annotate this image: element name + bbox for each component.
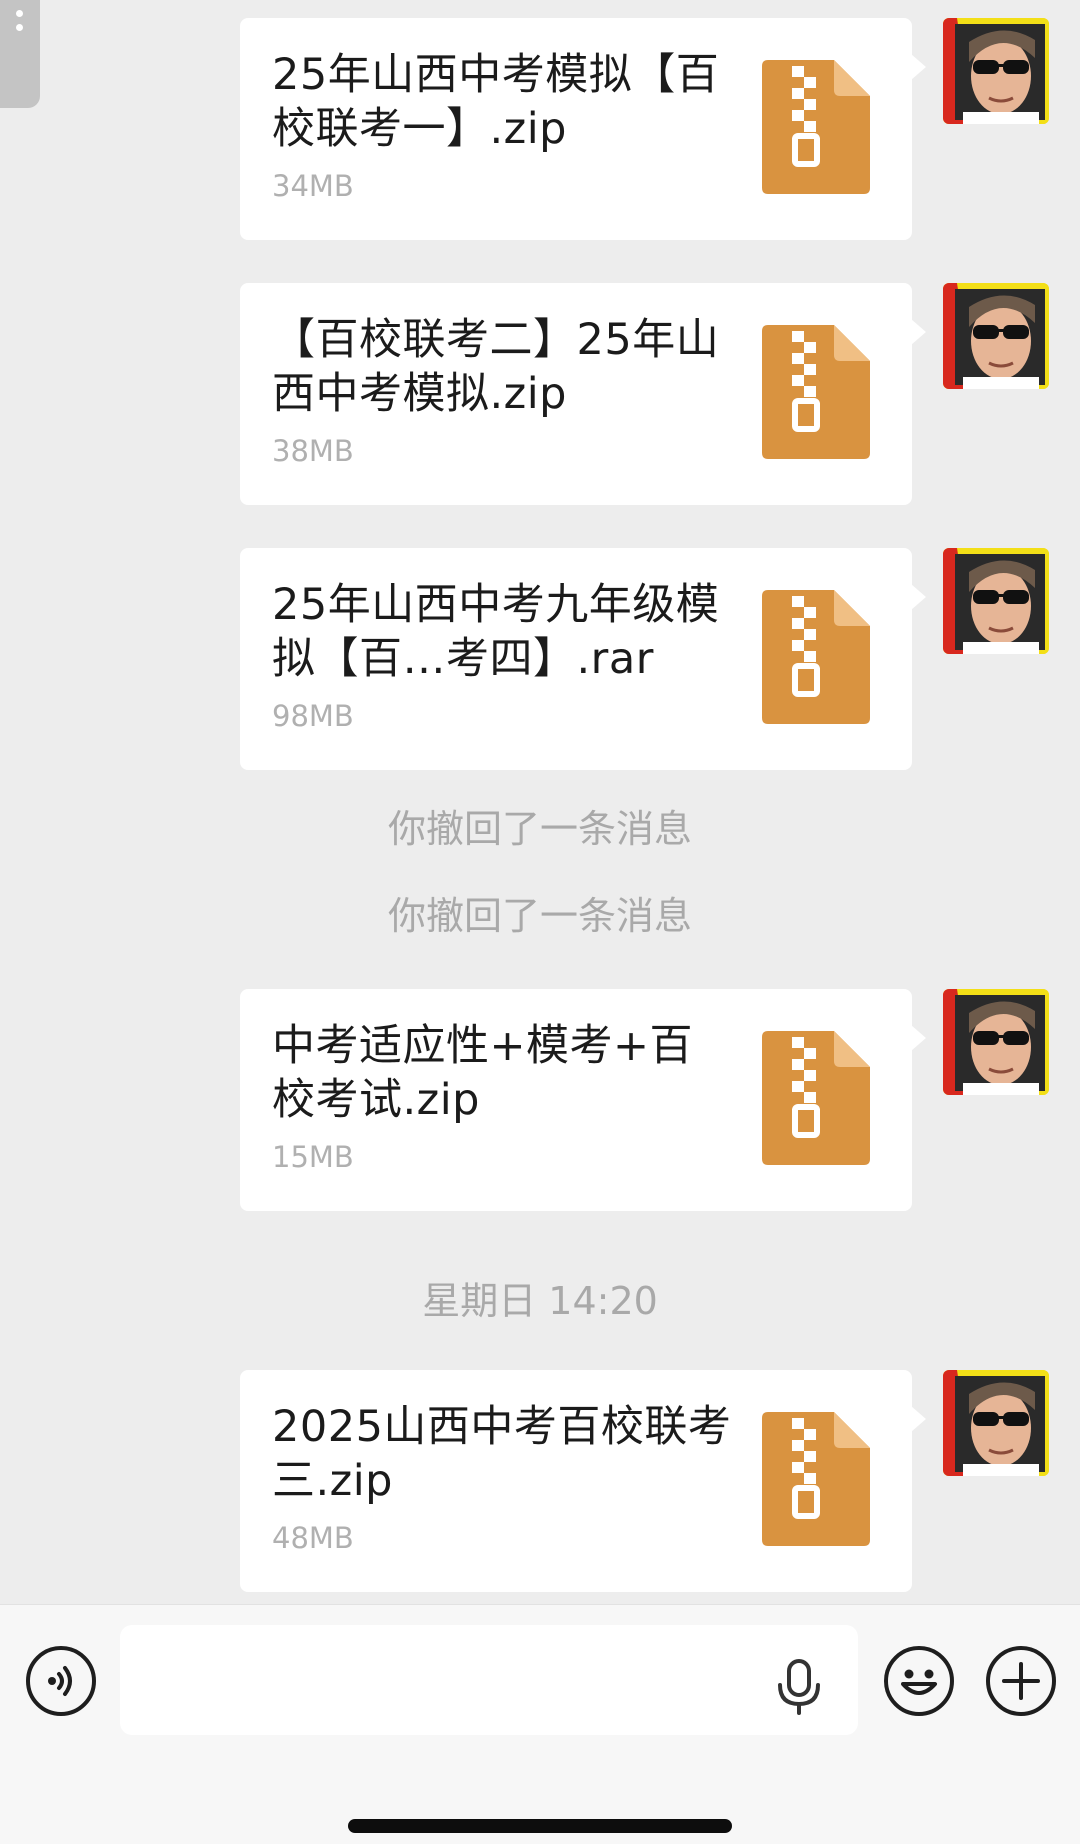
input-bar xyxy=(0,1604,1080,1844)
zip-file-icon xyxy=(762,60,870,194)
plus-icon xyxy=(1002,1662,1040,1700)
file-bubble[interactable]: 【百校联考二】25年山西中考模拟.zip 38MB xyxy=(240,283,926,505)
message-input[interactable] xyxy=(120,1625,858,1735)
timestamp: 星期日 14:20 xyxy=(422,1279,658,1323)
avatar-image xyxy=(943,989,1049,1095)
avatar-image xyxy=(943,283,1049,389)
avatar-image xyxy=(943,1370,1049,1476)
recall-notice: 你撤回了一条消息 xyxy=(387,807,692,851)
file-name: 2025山西中考百校联考三.zip xyxy=(272,1402,732,1506)
zip-file-icon xyxy=(762,590,870,724)
file-size: 48MB xyxy=(272,1521,354,1555)
file-size: 34MB xyxy=(272,169,354,203)
file-size: 15MB xyxy=(272,1140,354,1174)
file-bubble[interactable]: 25年山西中考九年级模拟【百…考四】.rar 98MB xyxy=(240,548,926,770)
file-bubble[interactable]: 中考适应性+模考+百校考试.zip 15MB xyxy=(240,989,926,1211)
file-bubble[interactable]: 2025山西中考百校联考三.zip 48MB xyxy=(240,1370,926,1592)
emoji-icon xyxy=(901,1669,937,1695)
file-size: 38MB xyxy=(272,434,354,468)
avatar[interactable] xyxy=(943,18,1049,124)
avatar[interactable] xyxy=(943,989,1049,1095)
plus-button[interactable] xyxy=(986,1646,1056,1716)
home-indicator[interactable] xyxy=(348,1819,732,1833)
zip-file-icon xyxy=(762,1412,870,1546)
chat-screen: 25年山西中考模拟【百校联考一】.zip 34MB 【百校联考二】25年山西中考… xyxy=(0,0,1080,1844)
file-name: 中考适应性+模考+百校考试.zip xyxy=(272,1021,694,1125)
recall-notice: 你撤回了一条消息 xyxy=(387,894,692,938)
avatar[interactable] xyxy=(943,283,1049,389)
file-name: 25年山西中考模拟【百校联考一】.zip xyxy=(272,50,720,154)
avatar-image xyxy=(943,548,1049,654)
side-drawer-handle[interactable] xyxy=(0,0,40,108)
file-name: 25年山西中考九年级模拟【百…考四】.rar xyxy=(272,580,720,684)
avatar[interactable] xyxy=(943,548,1049,654)
file-size: 98MB xyxy=(272,699,354,733)
zip-file-icon xyxy=(762,325,870,459)
emoji-button[interactable] xyxy=(884,1646,954,1716)
microphone-icon[interactable] xyxy=(774,1659,824,1715)
avatar-image xyxy=(943,18,1049,124)
zip-file-icon xyxy=(762,1031,870,1165)
avatar[interactable] xyxy=(943,1370,1049,1476)
file-name: 【百校联考二】25年山西中考模拟.zip xyxy=(272,315,720,419)
voice-toggle-icon xyxy=(48,1666,72,1696)
file-bubble[interactable]: 25年山西中考模拟【百校联考一】.zip 34MB xyxy=(240,18,926,240)
voice-toggle-button[interactable] xyxy=(26,1646,96,1716)
